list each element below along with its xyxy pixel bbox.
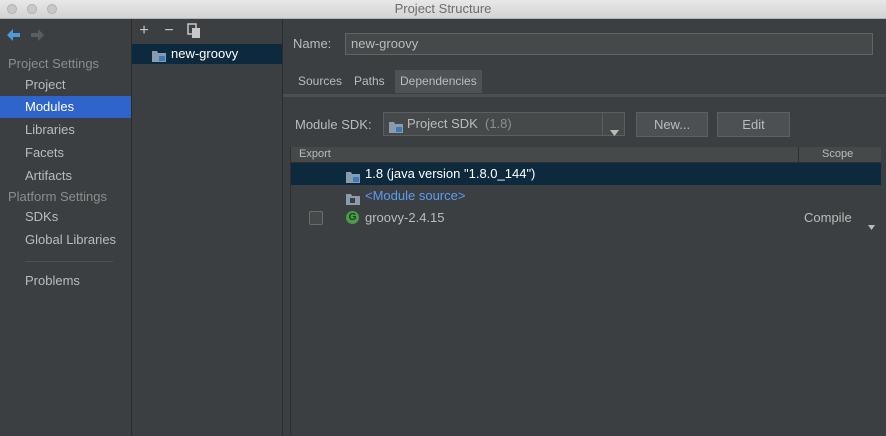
scope-value[interactable]: Compile bbox=[804, 207, 852, 229]
export-checkbox[interactable] bbox=[309, 211, 323, 225]
groovy-library-icon: G bbox=[346, 211, 359, 224]
new-sdk-button[interactable]: New... bbox=[636, 112, 708, 137]
dependencies-table: Export Scope 1.8 (java version "1.8.0_14… bbox=[290, 147, 881, 436]
module-name: new-groovy bbox=[171, 46, 239, 61]
tab-underline bbox=[283, 94, 886, 97]
nav-item-modules[interactable]: Modules bbox=[0, 96, 131, 118]
tab-dependencies[interactable]: Dependencies bbox=[395, 70, 482, 93]
platform-settings-header: Platform Settings bbox=[8, 189, 107, 204]
sdk-version: (1.8) bbox=[485, 116, 512, 131]
nav-item-artifacts[interactable]: Artifacts bbox=[0, 165, 131, 187]
forward-arrow-icon[interactable] bbox=[28, 26, 46, 44]
tab-sources[interactable]: Sources bbox=[293, 70, 347, 93]
column-scope[interactable]: Scope bbox=[822, 147, 853, 162]
copy-module-button[interactable] bbox=[186, 23, 202, 39]
nav-item-sdks[interactable]: SDKs bbox=[0, 206, 131, 228]
combo-divider bbox=[602, 113, 603, 135]
nav-separator bbox=[25, 261, 113, 262]
dependency-name: 1.8 (java version "1.8.0_144") bbox=[365, 166, 536, 181]
module-folder-icon bbox=[152, 48, 166, 68]
module-name-field[interactable]: new-groovy bbox=[345, 33, 873, 55]
sdk-folder-icon bbox=[389, 118, 403, 140]
module-sdk-label: Module SDK: bbox=[295, 117, 372, 132]
settings-nav: Project Settings Project Modules Librari… bbox=[0, 19, 132, 436]
table-row-module-source[interactable]: <Module source> bbox=[291, 185, 881, 207]
module-details-panel: Name: new-groovy Sources Paths Dependenc… bbox=[283, 19, 886, 436]
nav-item-facets[interactable]: Facets bbox=[0, 142, 131, 164]
table-row-jdk[interactable]: 1.8 (java version "1.8.0_144") bbox=[291, 163, 881, 185]
name-label: Name: bbox=[293, 36, 332, 51]
back-arrow-icon[interactable] bbox=[5, 26, 23, 44]
nav-item-project[interactable]: Project bbox=[0, 74, 131, 96]
dependency-name: <Module source> bbox=[365, 188, 466, 203]
project-settings-header: Project Settings bbox=[8, 56, 100, 71]
scope-dropdown-icon[interactable] bbox=[868, 215, 875, 237]
column-divider bbox=[798, 147, 799, 162]
add-module-button[interactable]: + bbox=[136, 23, 152, 39]
window-titlebar: Project Structure bbox=[0, 0, 886, 19]
module-sdk-combo[interactable]: Project SDK (1.8) bbox=[383, 112, 625, 136]
copy-icon bbox=[187, 23, 200, 38]
chevron-down-icon bbox=[610, 121, 619, 143]
sdk-value: Project SDK bbox=[407, 116, 478, 131]
module-list-item[interactable]: new-groovy bbox=[132, 44, 282, 64]
column-export[interactable]: Export bbox=[299, 147, 331, 162]
edit-sdk-button[interactable]: Edit bbox=[717, 112, 790, 137]
dependency-name: groovy-2.4.15 bbox=[365, 210, 445, 225]
module-list-panel: + − new-groovy bbox=[132, 19, 283, 436]
nav-item-problems[interactable]: Problems bbox=[0, 270, 131, 292]
table-row-groovy[interactable]: G groovy-2.4.15 Compile bbox=[291, 207, 881, 230]
window-title: Project Structure bbox=[394, 1, 492, 16]
tab-paths[interactable]: Paths bbox=[349, 70, 390, 93]
remove-module-button[interactable]: − bbox=[161, 23, 177, 39]
nav-item-libraries[interactable]: Libraries bbox=[0, 119, 131, 141]
nav-item-global-libraries[interactable]: Global Libraries bbox=[0, 229, 131, 251]
table-header: Export Scope bbox=[291, 147, 881, 163]
